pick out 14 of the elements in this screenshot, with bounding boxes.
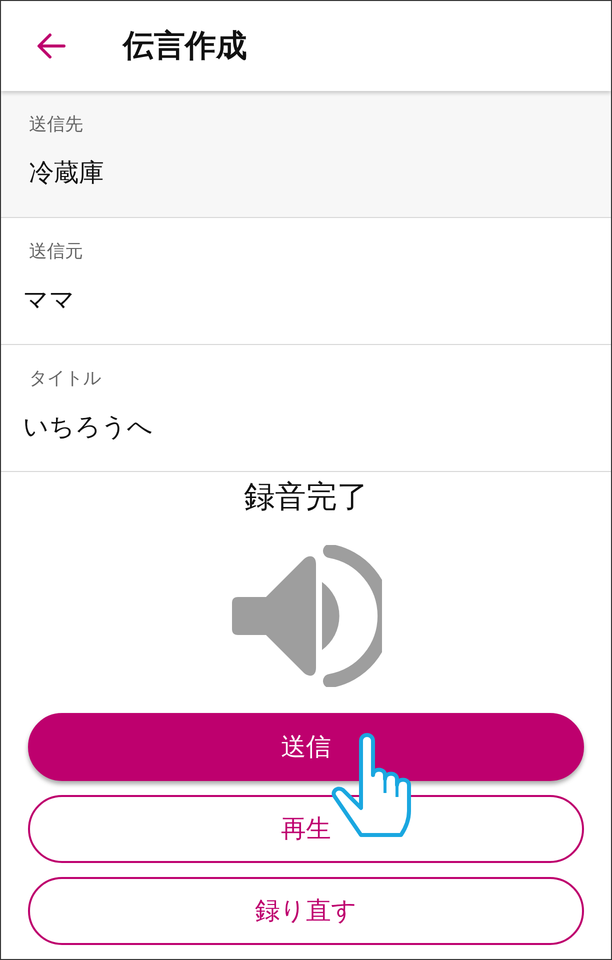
back-arrow-icon: [36, 32, 66, 60]
field-value: ママ: [23, 284, 76, 316]
recording-status: 録音完了: [244, 478, 368, 517]
speaker-icon: [230, 544, 382, 686]
screen-title: 伝言作成: [123, 26, 247, 66]
action-button[interactable]: 送信: [28, 712, 584, 780]
form-field[interactable]: 送信先 冷蔵庫: [1, 91, 611, 218]
field-label: タイトル: [29, 367, 102, 391]
field-label: 送信先: [29, 113, 84, 137]
action-button[interactable]: 録り直す: [28, 876, 584, 944]
field-value: 冷蔵庫: [29, 157, 105, 189]
action-button[interactable]: 再生: [28, 794, 584, 862]
field-value: いちろうへ: [23, 411, 154, 443]
field-label: 送信元: [29, 240, 84, 264]
